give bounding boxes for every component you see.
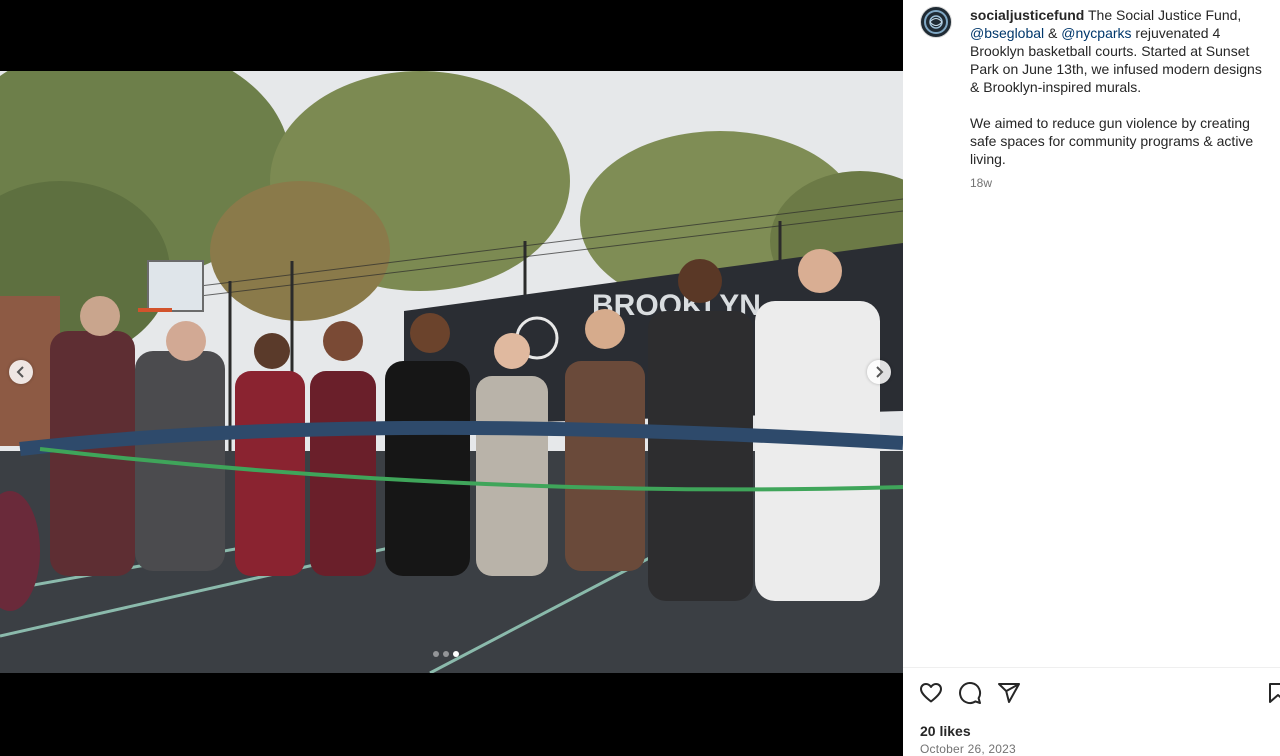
previous-slide-button[interactable] xyxy=(9,360,33,384)
mention-link[interactable]: @bseglobal xyxy=(970,25,1044,41)
carousel-dot xyxy=(443,651,449,657)
comment-icon[interactable] xyxy=(958,681,982,705)
post-caption: socialjusticefund The Social Justice Fun… xyxy=(970,6,1275,192)
caption-paragraph: We aimed to reduce gun violence by creat… xyxy=(970,115,1254,167)
like-count[interactable]: 20 likes xyxy=(920,723,971,739)
bookmark-icon[interactable] xyxy=(1266,681,1280,705)
carousel-dot xyxy=(433,651,439,657)
carousel-indicator xyxy=(433,651,459,657)
post-photo[interactable]: BROOKLYN xyxy=(0,71,903,673)
chevron-right-icon xyxy=(876,366,884,378)
avatar[interactable] xyxy=(920,6,952,38)
post-time-ago[interactable]: 18w xyxy=(970,174,1275,192)
post-sidebar: socialjusticefund The Social Justice Fun… xyxy=(903,0,1280,756)
post-media: BROOKLYN xyxy=(0,0,903,756)
caption-row: socialjusticefund The Social Justice Fun… xyxy=(920,6,1275,192)
post-actions xyxy=(919,681,1021,705)
caption-text: The Social Justice Fund, xyxy=(1084,7,1242,23)
paper-plane-icon[interactable] xyxy=(997,681,1021,705)
carousel-dot-active xyxy=(453,651,459,657)
chevron-left-icon xyxy=(16,366,24,378)
mention-link[interactable]: @nycparks xyxy=(1061,25,1131,41)
caption-paragraph: socialjusticefund The Social Justice Fun… xyxy=(970,6,1275,96)
caption-text: & xyxy=(1044,25,1062,41)
divider xyxy=(903,667,1280,668)
post-date[interactable]: October 26, 2023 xyxy=(920,742,1016,756)
next-slide-button[interactable] xyxy=(867,360,891,384)
heart-icon[interactable] xyxy=(919,681,943,705)
brand-logo-icon xyxy=(924,10,948,34)
ribbon-cutting-photo: BROOKLYN xyxy=(0,71,903,673)
username-link[interactable]: socialjusticefund xyxy=(970,7,1084,23)
